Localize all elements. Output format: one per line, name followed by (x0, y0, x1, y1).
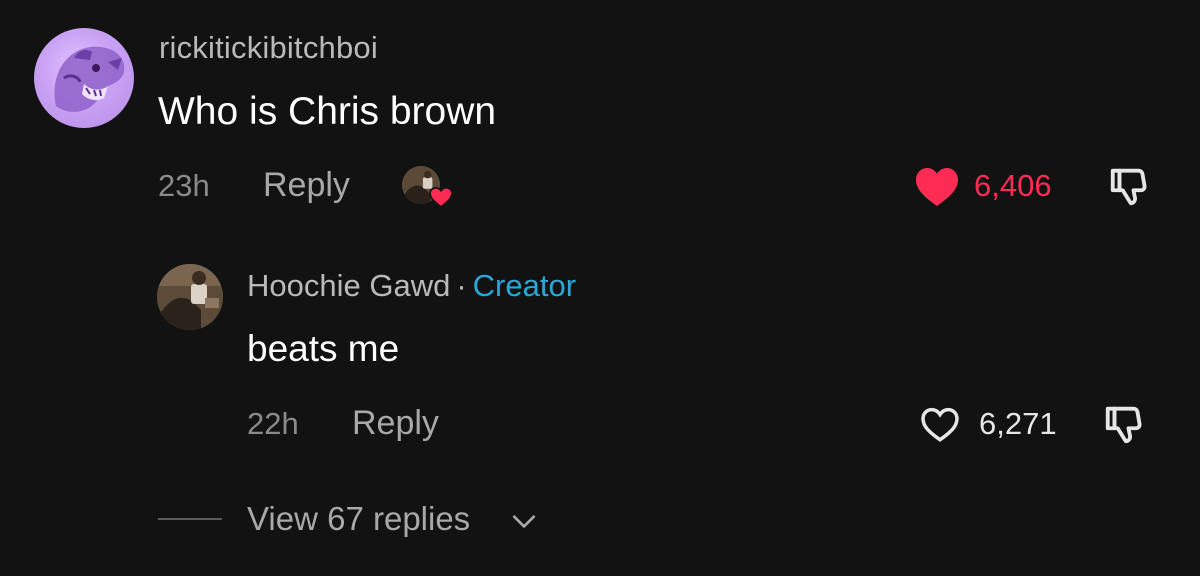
creator-avatar[interactable] (157, 264, 223, 330)
view-replies[interactable]: View 67 replies (158, 500, 658, 540)
reply-actions: 22h Reply 6,271 (247, 402, 1177, 446)
comment-thread: rickitickibitchboi Who is Chris brown 23… (0, 0, 1200, 576)
like-count: 6,271 (979, 406, 1057, 441)
reply-button[interactable]: Reply (263, 166, 350, 205)
reply-header: Hoochie Gawd · Creator (247, 268, 576, 304)
view-replies-button[interactable]: View 67 replies (247, 500, 470, 538)
liked-by-creator-badge (402, 166, 458, 210)
thumbs-down-icon[interactable] (1101, 402, 1149, 448)
comment-username[interactable]: rickitickibitchboi (159, 30, 378, 66)
separator-dot: · (456, 268, 467, 303)
reply-username[interactable]: Hoochie Gawd (247, 268, 450, 303)
comment-actions: 23h Reply 6,406 (158, 164, 1158, 208)
creator-photo-icon (157, 264, 223, 330)
avatar[interactable] (34, 28, 134, 128)
reply-button[interactable]: Reply (352, 404, 439, 443)
like-control[interactable]: 6,271 (919, 402, 1069, 446)
like-control[interactable]: 6,406 (912, 164, 1072, 208)
heart-outline-icon[interactable] (919, 402, 961, 446)
like-count: 6,406 (974, 168, 1052, 203)
reply-timestamp: 22h (247, 406, 299, 441)
chevron-down-icon[interactable] (511, 510, 537, 532)
reply-text: beats me (247, 328, 400, 369)
wolf-avatar-icon (54, 46, 125, 112)
creator-badge: Creator (472, 268, 577, 303)
comment-timestamp: 23h (158, 168, 210, 203)
divider-line (158, 518, 222, 520)
comment-text: Who is Chris brown (158, 90, 497, 133)
heart-filled-icon[interactable] (912, 164, 962, 208)
heart-filled-icon (429, 186, 453, 208)
thumbs-down-icon[interactable] (1106, 164, 1154, 210)
